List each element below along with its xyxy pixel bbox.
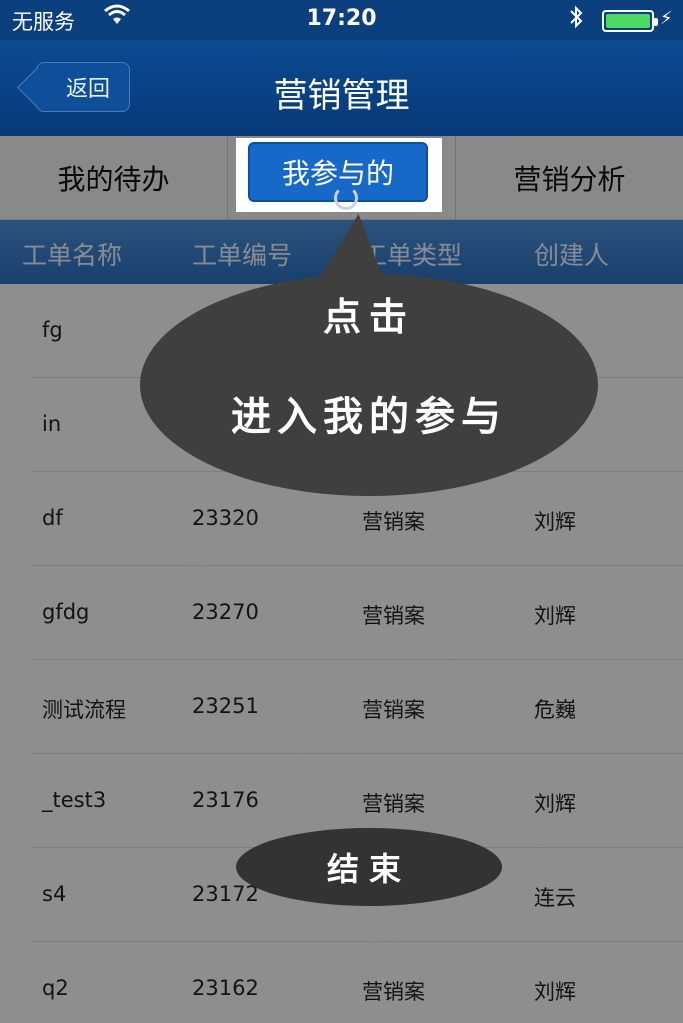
- cell-id: 23176: [192, 788, 259, 812]
- column-header-id: 工单编号: [192, 241, 293, 270]
- tab-label: 我的待办: [57, 163, 170, 196]
- table-row[interactable]: q2 23162 营销案 刘辉: [0, 942, 683, 1023]
- cell-name: q2: [42, 976, 69, 1000]
- cell-name: 测试流程: [42, 698, 126, 722]
- table-row[interactable]: 测试流程 23251 营销案 危巍: [0, 660, 683, 754]
- cell-id: 23251: [192, 694, 259, 718]
- table-row[interactable]: gfdg 23270 营销案 刘辉: [0, 566, 683, 660]
- cell-type: 营销案: [362, 698, 425, 722]
- nav-bar: 返回 营销管理: [0, 40, 683, 136]
- cell-id: 23270: [192, 600, 259, 624]
- cell-creator: 刘辉: [534, 980, 576, 1004]
- cell-creator: 连云: [534, 886, 576, 910]
- end-tutorial-button[interactable]: 结束: [236, 828, 502, 906]
- cell-creator: 刘辉: [534, 510, 576, 534]
- cell-id: 23320: [192, 506, 259, 530]
- cell-name: _test3: [42, 788, 107, 812]
- cell-name: in: [42, 412, 62, 436]
- column-header-creator: 创建人: [534, 241, 610, 270]
- tap-indicator-icon: [334, 186, 358, 210]
- cell-name: fg: [42, 318, 63, 342]
- cell-type: 营销案: [362, 980, 425, 1004]
- charging-icon: ⚡: [660, 8, 673, 29]
- cell-name: df: [42, 506, 63, 530]
- cell-type: 营销案: [362, 792, 425, 816]
- bubble-text-tap: 点击: [322, 294, 415, 339]
- status-bar: 无服务 17:20 ⚡: [0, 0, 683, 40]
- tab-marketing-analysis[interactable]: 营销分析: [456, 136, 683, 220]
- bubble-text-instruction: 进入我的参与: [231, 393, 507, 440]
- cell-id: 23172: [192, 882, 259, 906]
- column-header-name: 工单名称: [22, 241, 123, 270]
- cell-creator: 刘辉: [534, 604, 576, 628]
- tab-label: 营销分析: [513, 163, 626, 196]
- end-label: 结束: [326, 850, 411, 888]
- tab-my-todo[interactable]: 我的待办: [0, 136, 228, 220]
- tab-label: 我参与的: [281, 157, 394, 190]
- cell-name: gfdg: [42, 600, 90, 624]
- bluetooth-icon: [568, 4, 584, 36]
- battery-icon: [602, 10, 658, 32]
- cell-creator: 刘辉: [534, 792, 576, 816]
- cell-type: 营销案: [362, 604, 425, 628]
- back-button-label: 返回: [65, 77, 110, 102]
- cell-type: 营销案: [362, 510, 425, 534]
- cell-name: s4: [42, 882, 67, 906]
- cell-id: 23162: [192, 976, 259, 1000]
- cell-creator: 危巍: [534, 698, 576, 722]
